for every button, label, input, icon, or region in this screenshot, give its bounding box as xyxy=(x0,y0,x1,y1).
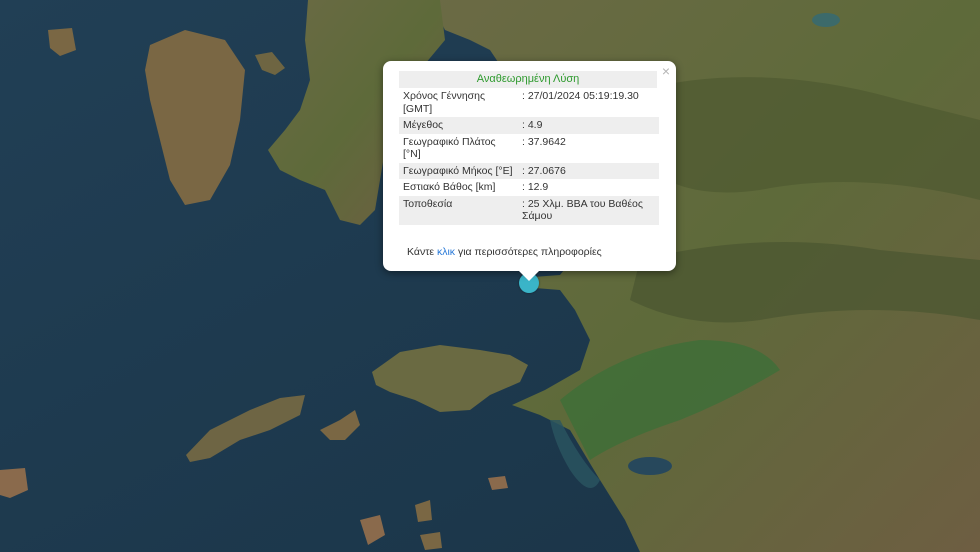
table-row: Τοποθεσία : 25 Χλμ. ΒΒΑ του Βαθέος Σάμου xyxy=(399,195,659,225)
table-row: Χρόνος Γέννησης [GMT] : 27/01/2024 05:19… xyxy=(399,88,659,117)
popup-title: Αναθεωρημένη Λύση xyxy=(399,71,657,88)
more-info-suffix: για περισσότερες πληροφορίες xyxy=(455,246,602,258)
more-info-line: Κάντε κλικ για περισσότερες πληροφορίες xyxy=(407,246,602,258)
more-info-prefix: Κάντε xyxy=(407,246,437,258)
close-icon[interactable]: × xyxy=(662,64,670,78)
row-label: Γεωγραφικό Πλάτος [°N] xyxy=(403,135,496,161)
row-value: : 27.0676 xyxy=(518,162,659,179)
row-label: Γεωγραφικό Μήκος [°E] xyxy=(399,162,518,179)
row-value: : 27/01/2024 05:19:19.30 xyxy=(522,90,639,102)
row-label: Μέγεθος xyxy=(399,117,518,134)
row-value: : 12.9 xyxy=(522,181,549,193)
earthquake-info-popup: × Αναθεωρημένη Λύση Χρόνος Γέννησης [GMT… xyxy=(383,61,676,281)
table-row: Μέγεθος : 4.9 xyxy=(399,117,659,134)
more-info-link[interactable]: κλικ xyxy=(437,246,455,258)
row-value: : 37.9642 xyxy=(522,135,566,148)
table-row: Γεωγραφικό Πλάτος [°N] : 37.9642 xyxy=(399,134,659,163)
row-label: Τοποθεσία xyxy=(399,195,518,225)
earthquake-details-table: Χρόνος Γέννησης [GMT] : 27/01/2024 05:19… xyxy=(399,88,659,225)
table-row: Γεωγραφικό Μήκος [°E] : 27.0676 xyxy=(399,162,659,179)
table-row: Εστιακό Βάθος [km] : 12.9 xyxy=(399,179,659,196)
row-value: : 25 Χλμ. ΒΒΑ του Βαθέος Σάμου xyxy=(518,195,659,225)
row-label: Εστιακό Βάθος [km] xyxy=(403,181,496,193)
row-label: Χρόνος Γέννησης [GMT] xyxy=(403,90,486,115)
row-value: : 4.9 xyxy=(518,117,659,134)
